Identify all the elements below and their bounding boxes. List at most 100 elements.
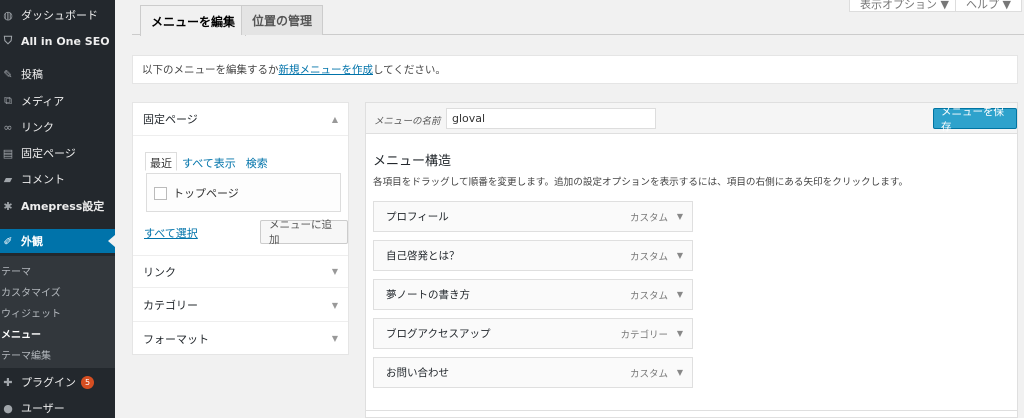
brush-icon: ✐ xyxy=(3,234,13,248)
sidebar-item-label: ダッシュボード xyxy=(21,9,98,22)
select-all-link[interactable]: すべて選択 xyxy=(144,225,198,241)
sidebar-item-posts[interactable]: ✎ 投稿 xyxy=(0,62,115,86)
menu-item[interactable]: 夢ノートの書き方 カスタム ▼ xyxy=(373,279,693,310)
menu-name-input[interactable] xyxy=(446,108,656,129)
sidebar-item-all-in-one-seo[interactable]: ⛉ All in One SEO xyxy=(0,29,115,53)
menu-item[interactable]: プロフィール カスタム ▼ xyxy=(373,201,693,232)
tab-recent[interactable]: 最近 xyxy=(145,152,177,171)
add-menu-items-panel: 固定ページ ▲ 最近 すべて表示 検索 トップページ すべて選択 メニューに追加… xyxy=(132,102,349,355)
pages-tabs: 最近 すべて表示 検索 xyxy=(145,152,273,171)
edit-notice: 以下のメニューを編集するか 新規メニューを作成 してください。 xyxy=(132,55,1018,84)
tab-manage-locations[interactable]: 位置の管理 xyxy=(241,5,324,35)
menu-item[interactable]: ブログアクセスアップ カテゴリー ▼ xyxy=(373,318,693,349)
appearance-submenu: テーマ カスタマイズ ウィジェット メニュー テーマ編集 xyxy=(0,256,115,368)
sidebar-item-media[interactable]: ⧉ メディア xyxy=(0,89,115,113)
tab-view-all[interactable]: すべて表示 xyxy=(177,155,241,171)
chevron-down-icon: ▼ xyxy=(331,300,338,310)
sidebar-item-label: プラグイン xyxy=(21,376,76,389)
menu-item-type: カスタム xyxy=(629,290,668,302)
sidebar-item-label: 固定ページ xyxy=(21,147,76,160)
menu-item-type: カテゴリー xyxy=(620,329,668,341)
menu-structure-description: 各項目をドラッグして順番を変更します。追加の設定オプションを表示するには、項目の… xyxy=(373,177,909,188)
checklist-item[interactable]: トップページ xyxy=(154,185,239,201)
sidebar-item-appearance[interactable]: ✐ 外観 xyxy=(0,229,115,253)
menu-item-title: プロフィール xyxy=(386,211,449,223)
expand-arrow-icon[interactable]: ▼ xyxy=(677,251,683,260)
menu-editor-footer-divider xyxy=(366,410,1017,411)
menu-item[interactable]: お問い合わせ カスタム ▼ xyxy=(373,357,693,388)
menu-structure-title: メニュー構造 xyxy=(373,154,452,169)
admin-sidebar: ◍ ダッシュボード ⛉ All in One SEO ✎ 投稿 ⧉ メディア ∞… xyxy=(0,0,115,418)
sidebar-item-links[interactable]: ∞ リンク xyxy=(0,115,115,139)
tab-edit-menus[interactable]: メニューを編集 xyxy=(140,5,247,36)
accordion-categories[interactable]: カテゴリー ▼ xyxy=(133,289,348,322)
update-count-badge: 5 xyxy=(81,375,94,389)
sidebar-item-pages[interactable]: ▤ 固定ページ xyxy=(0,141,115,165)
notice-text-before: 以下のメニューを編集するか xyxy=(142,64,279,76)
accordion-formats[interactable]: フォーマット ▼ xyxy=(133,322,348,355)
menu-item-title: お問い合わせ xyxy=(386,367,449,379)
submenu-item-menus[interactable]: メニュー xyxy=(1,326,41,341)
create-menu-link[interactable]: 新規メニューを作成 xyxy=(279,62,374,77)
user-icon: ● xyxy=(3,401,13,415)
sidebar-item-amepress[interactable]: ✱ Amepress設定 xyxy=(0,194,115,218)
tab-search[interactable]: 検索 xyxy=(241,155,273,171)
menu-item-title: 自己啓発とは？ xyxy=(386,250,460,262)
menu-item-type: カスタム xyxy=(629,368,668,380)
sidebar-item-label: リンク xyxy=(21,121,54,134)
screen-options-button[interactable]: 表示オプション ▼ xyxy=(849,0,960,12)
submenu-item-themes[interactable]: テーマ xyxy=(1,263,31,278)
checkbox[interactable] xyxy=(154,186,167,200)
expand-arrow-icon[interactable]: ▼ xyxy=(677,212,683,221)
pages-checklist: トップページ xyxy=(146,173,341,212)
chevron-down-icon: ▼ xyxy=(331,334,338,343)
expand-arrow-icon[interactable]: ▼ xyxy=(677,329,683,338)
chevron-up-icon: ▲ xyxy=(331,114,338,124)
accordion-title: フォーマット xyxy=(143,332,209,346)
sidebar-item-plugins[interactable]: ✚ プラグイン 5 xyxy=(0,370,115,394)
link-icon: ∞ xyxy=(3,120,13,134)
expand-arrow-icon[interactable]: ▼ xyxy=(677,368,683,377)
add-to-menu-button[interactable]: メニューに追加 xyxy=(260,219,348,246)
sidebar-item-label: 投稿 xyxy=(21,68,43,81)
pin-icon: ✎ xyxy=(3,67,13,81)
shield-icon: ⛉ xyxy=(3,34,13,47)
menu-item-type: カスタム xyxy=(629,212,668,224)
media-icon: ⧉ xyxy=(4,94,12,107)
sidebar-item-label: Amepress設定 xyxy=(21,200,105,213)
accordion-title: リンク xyxy=(143,265,176,279)
dashboard-icon: ◍ xyxy=(3,8,13,22)
checklist-item-label: トップページ xyxy=(173,187,239,200)
sidebar-item-label: メディア xyxy=(21,95,65,108)
expand-arrow-icon[interactable]: ▼ xyxy=(677,290,683,299)
chevron-down-icon: ▼ xyxy=(331,267,338,276)
comment-icon: ▰ xyxy=(3,172,13,186)
save-menu-button[interactable]: メニューを保存 xyxy=(933,106,1017,133)
menu-item-title: 夢ノートの書き方 xyxy=(386,289,470,301)
submenu-item-theme-editor[interactable]: テーマ編集 xyxy=(1,347,51,362)
notice-text-after: してください。 xyxy=(373,64,446,76)
page-icon: ▤ xyxy=(2,146,14,160)
submenu-item-customize[interactable]: カスタマイズ xyxy=(1,284,61,299)
sidebar-item-label: All in One SEO xyxy=(21,34,110,48)
accordion-pages[interactable]: 固定ページ ▲ xyxy=(133,103,348,136)
plugin-icon: ✚ xyxy=(3,375,13,389)
menu-item-title: ブログアクセスアップ xyxy=(386,328,491,340)
submenu-item-widgets[interactable]: ウィジェット xyxy=(1,305,61,320)
menu-editor: メニューの名前 メニューを保存 メニュー構造 各項目をドラッグして順番を変更しま… xyxy=(365,102,1018,418)
accordion-links[interactable]: リンク ▼ xyxy=(133,255,348,288)
sidebar-item-label: 外観 xyxy=(21,235,43,248)
sidebar-item-comments[interactable]: ▰ コメント xyxy=(0,167,115,191)
sidebar-item-users[interactable]: ● ユーザー xyxy=(0,396,115,418)
help-button[interactable]: ヘルプ ▼ xyxy=(955,0,1022,12)
menu-item[interactable]: 自己啓発とは？ カスタム ▼ xyxy=(373,240,693,271)
sidebar-item-label: コメント xyxy=(21,173,65,186)
gear-icon: ✱ xyxy=(3,199,13,213)
menu-name-label: メニューの名前 xyxy=(374,116,441,127)
sidebar-item-label: ユーザー xyxy=(21,402,65,415)
menu-item-type: カスタム xyxy=(629,251,668,263)
sidebar-item-dashboard[interactable]: ◍ ダッシュボード xyxy=(0,3,115,27)
accordion-title: カテゴリー xyxy=(143,299,198,312)
accordion-title: 固定ページ xyxy=(143,113,198,126)
menu-editor-header: メニューの名前 メニューを保存 xyxy=(366,103,1017,134)
